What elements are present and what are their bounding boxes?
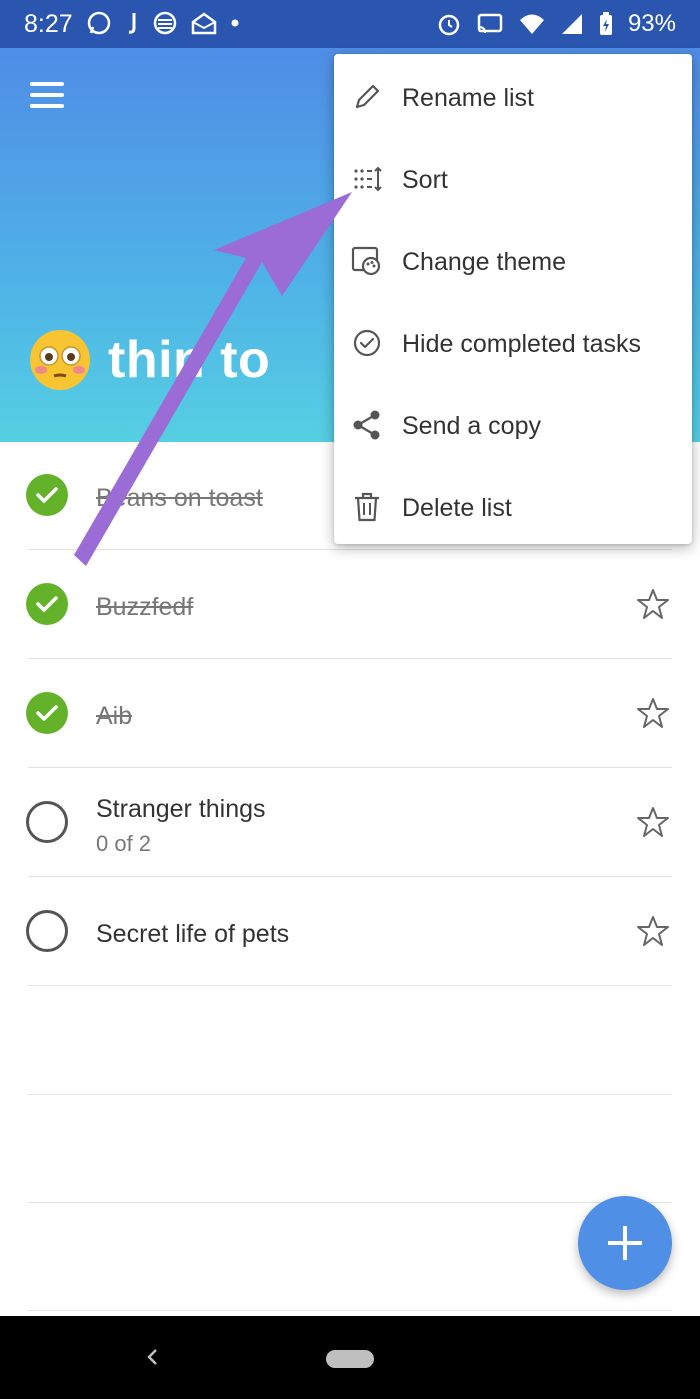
menu-item-label: Delete list <box>402 494 512 522</box>
home-pill-button[interactable] <box>326 1350 374 1368</box>
row-divider <box>28 767 672 768</box>
menu-item-change-theme[interactable]: Change theme <box>334 220 692 300</box>
task-checkbox[interactable] <box>26 801 68 843</box>
overflow-menu: Rename list Sort Change theme Hide compl… <box>334 54 692 544</box>
mail-open-icon <box>191 12 217 35</box>
status-bar: 8:27 93% <box>0 0 700 48</box>
task-checkbox[interactable] <box>26 692 68 734</box>
menu-item-send-copy[interactable]: Send a copy <box>334 384 692 464</box>
menu-item-label: Change theme <box>402 248 567 276</box>
pencil-icon <box>355 84 380 109</box>
task-label: Stranger things <box>96 795 266 823</box>
signal-icon <box>561 14 582 34</box>
menu-item-sort[interactable]: Sort <box>334 138 692 218</box>
task-row[interactable]: Stranger things 0 of 2 <box>0 769 700 877</box>
task-label: Buzzfedf <box>96 593 194 621</box>
row-divider <box>28 658 672 659</box>
share-icon <box>353 410 380 440</box>
task-row[interactable]: Buzzfedf <box>0 551 700 659</box>
empty-row-divider <box>28 1094 672 1095</box>
alarm-icon <box>438 14 460 36</box>
task-label: Aib <box>96 702 133 730</box>
battery-icon <box>599 12 612 35</box>
trash-icon <box>355 492 379 522</box>
battery-percent: 93% <box>627 10 676 37</box>
check-circle-icon <box>353 329 381 357</box>
layers-icon <box>153 11 177 35</box>
empty-row-divider <box>28 1310 672 1311</box>
list-title: thin to <box>108 331 271 389</box>
task-label: Secret life of pets <box>96 920 290 948</box>
task-checkbox[interactable] <box>26 910 68 952</box>
check-icon <box>36 596 58 612</box>
hamburger-menu-button[interactable] <box>30 80 70 110</box>
row-divider <box>28 876 672 877</box>
menu-item-label: Send a copy <box>402 412 541 440</box>
j-icon <box>128 13 136 34</box>
task-checkbox[interactable] <box>26 583 68 625</box>
theme-icon <box>351 246 381 276</box>
menu-item-delete-list[interactable]: Delete list <box>334 466 692 546</box>
empty-row-divider <box>28 1202 672 1203</box>
task-label: Beans on toast <box>96 484 263 512</box>
wifi-icon <box>519 14 544 34</box>
check-icon <box>36 487 58 503</box>
menu-item-label: Sort <box>402 166 448 194</box>
back-icon[interactable] <box>142 1340 162 1374</box>
task-subtask-count: 0 of 2 <box>96 831 152 856</box>
row-divider <box>28 985 672 986</box>
task-row[interactable]: Secret life of pets <box>0 878 700 986</box>
menu-item-label: Rename list <box>402 84 534 112</box>
menu-item-hide-completed[interactable]: Hide completed tasks <box>334 302 692 382</box>
task-row[interactable]: Aib <box>0 660 700 768</box>
status-time: 8:27 <box>24 10 73 38</box>
star-icon[interactable] <box>636 914 670 948</box>
add-task-fab[interactable] <box>578 1196 672 1290</box>
cast-icon <box>477 13 503 34</box>
dot-icon <box>231 19 239 27</box>
notification-icons <box>86 10 240 36</box>
check-icon <box>36 705 58 721</box>
list-title-row: thin to <box>28 328 270 392</box>
star-icon[interactable] <box>636 696 670 730</box>
navigation-bar <box>0 1316 700 1399</box>
star-icon[interactable] <box>636 587 670 621</box>
menu-item-label: Hide completed tasks <box>402 330 642 358</box>
whatsapp-icon <box>87 11 111 35</box>
star-icon[interactable] <box>636 805 670 839</box>
menu-item-rename-list[interactable]: Rename list <box>334 56 692 136</box>
system-icons: 93% <box>436 10 676 38</box>
task-checkbox[interactable] <box>26 474 68 516</box>
flushed-face-icon <box>30 330 90 390</box>
row-divider <box>28 549 672 550</box>
sort-icon <box>354 166 382 192</box>
